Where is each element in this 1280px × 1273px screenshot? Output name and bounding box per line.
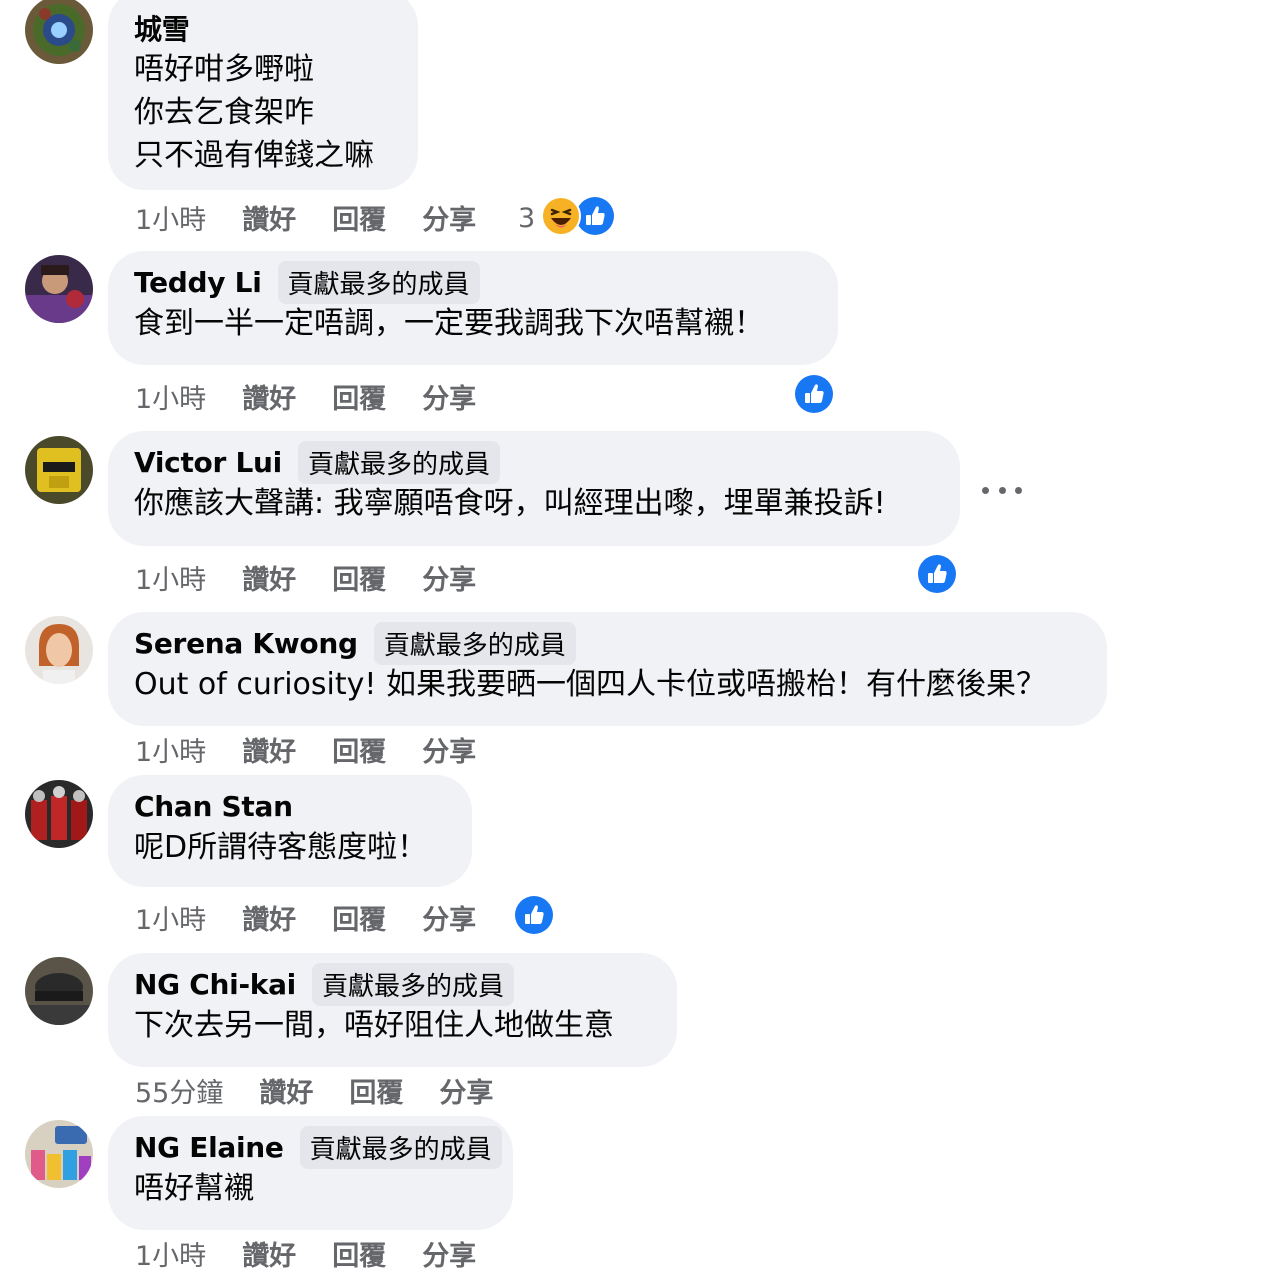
author-name[interactable]: Serena Kwong [134, 627, 358, 660]
share-button[interactable]: 分享 [422, 198, 476, 237]
like-button[interactable]: 讚好 [242, 377, 296, 416]
share-button[interactable]: 分享 [422, 730, 476, 769]
author-name[interactable]: Victor Lui [134, 446, 282, 479]
like-button[interactable]: 讚好 [242, 730, 296, 769]
avatar[interactable] [25, 957, 93, 1025]
avatar[interactable] [25, 0, 93, 64]
comment-text: 呢D所謂待客態度啦！ [134, 830, 428, 865]
like-icon [917, 554, 957, 599]
like-button[interactable]: 讚好 [242, 558, 296, 597]
reply-button[interactable]: 回覆 [332, 198, 386, 237]
share-button[interactable]: 分享 [422, 1234, 476, 1273]
comment-text: 唔好幫襯 [134, 1171, 254, 1206]
like-icon [794, 374, 834, 419]
top-contributor-badge: 貢獻最多的成員 [299, 1125, 502, 1169]
comment-text: Out of curiosity! 如果我要晒一個四人卡位或唔搬枱！有什麼後果？ [134, 667, 1046, 702]
comment-bubble: Serena Kwong 貢獻最多的成員 Out of curiosity! 如… [108, 612, 1107, 726]
comment-bubble: 城雪 唔好咁多嘢啦 你去乞食架咋 只不過有俾錢之嘛 [108, 0, 418, 190]
timestamp[interactable]: 1小時 [135, 730, 206, 769]
comment-actions: 1小時 讚好 回覆 分享 [135, 377, 476, 416]
share-button[interactable]: 分享 [422, 558, 476, 597]
share-button[interactable]: 分享 [422, 898, 476, 937]
comment-actions: 55分鐘 讚好 回覆 分享 [135, 1071, 493, 1110]
comment-bubble: NG Elaine 貢獻最多的成員 唔好幫襯 [108, 1116, 513, 1230]
timestamp[interactable]: 1小時 [135, 1234, 206, 1273]
timestamp[interactable]: 1小時 [135, 898, 206, 937]
comment-actions: 1小時 讚好 回覆 分享 [135, 1234, 476, 1273]
reaction-count: 3 [518, 203, 536, 234]
top-contributor-badge: 貢獻最多的成員 [297, 440, 500, 484]
avatar[interactable] [25, 780, 93, 848]
reactions-summary[interactable]: 3 [518, 196, 615, 241]
timestamp[interactable]: 1小時 [135, 377, 206, 416]
avatar[interactable] [25, 616, 93, 684]
reply-button[interactable]: 回覆 [332, 1234, 386, 1273]
comment-actions: 1小時 讚好 回覆 分享 [135, 898, 476, 937]
comment-text: 你去乞食架咋 [134, 95, 314, 130]
reply-button[interactable]: 回覆 [332, 730, 386, 769]
comment-actions: 1小時 讚好 回覆 分享 [135, 198, 476, 237]
comment-actions: 1小時 讚好 回覆 分享 [135, 558, 476, 597]
share-button[interactable]: 分享 [439, 1071, 493, 1110]
reply-button[interactable]: 回覆 [349, 1071, 403, 1110]
top-contributor-badge: 貢獻最多的成員 [373, 621, 576, 665]
timestamp[interactable]: 1小時 [135, 558, 206, 597]
like-icon [575, 196, 615, 241]
comment-bubble: Victor Lui 貢獻最多的成員 你應該大聲講: 我寧願唔食呀，叫經理出嚟，… [108, 431, 960, 546]
like-button[interactable]: 讚好 [242, 898, 296, 937]
reply-button[interactable]: 回覆 [332, 377, 386, 416]
like-button[interactable]: 讚好 [259, 1071, 313, 1110]
reactions-summary[interactable] [794, 374, 834, 419]
reactions-summary[interactable] [917, 554, 957, 599]
author-name[interactable]: NG Chi-kai [134, 968, 296, 1001]
reactions-summary[interactable] [514, 895, 554, 940]
avatar[interactable] [25, 436, 93, 504]
like-button[interactable]: 讚好 [242, 198, 296, 237]
comment-bubble: NG Chi-kai 貢獻最多的成員 下次去另一間，唔好阻住人地做生意 [108, 953, 677, 1067]
comment-text: 食到一半一定唔調，一定要我調我下次唔幫襯！ [134, 306, 764, 341]
comment-text: 你應該大聲講: 我寧願唔食呀，叫經理出嚟，埋單兼投訴! [134, 486, 886, 521]
comment-actions: 1小時 讚好 回覆 分享 [135, 730, 476, 769]
like-button[interactable]: 讚好 [242, 1234, 296, 1273]
top-contributor-badge: 貢獻最多的成員 [311, 962, 514, 1006]
reply-button[interactable]: 回覆 [332, 558, 386, 597]
comment-bubble: Teddy Li 貢獻最多的成員 食到一半一定唔調，一定要我調我下次唔幫襯！ [108, 251, 838, 365]
top-contributor-badge: 貢獻最多的成員 [277, 260, 480, 304]
author-name[interactable]: Teddy Li [134, 266, 262, 299]
comment-text: 唔好咁多嘢啦 [134, 52, 314, 87]
avatar[interactable] [25, 1120, 93, 1188]
haha-icon [541, 196, 582, 241]
comment-text: 下次去另一間，唔好阻住人地做生意 [134, 1008, 614, 1043]
author-name[interactable]: NG Elaine [134, 1131, 284, 1164]
like-icon [514, 895, 554, 940]
reply-button[interactable]: 回覆 [332, 898, 386, 937]
author-name[interactable]: 城雪 [134, 8, 190, 48]
more-options-icon[interactable] [982, 478, 1022, 502]
comment-bubble: Chan Stan 呢D所謂待客態度啦！ [108, 775, 472, 887]
avatar[interactable] [25, 255, 93, 323]
author-name[interactable]: Chan Stan [134, 790, 293, 823]
timestamp[interactable]: 55分鐘 [135, 1071, 223, 1110]
comment-text: 只不過有俾錢之嘛 [134, 138, 374, 173]
timestamp[interactable]: 1小時 [135, 198, 206, 237]
share-button[interactable]: 分享 [422, 377, 476, 416]
